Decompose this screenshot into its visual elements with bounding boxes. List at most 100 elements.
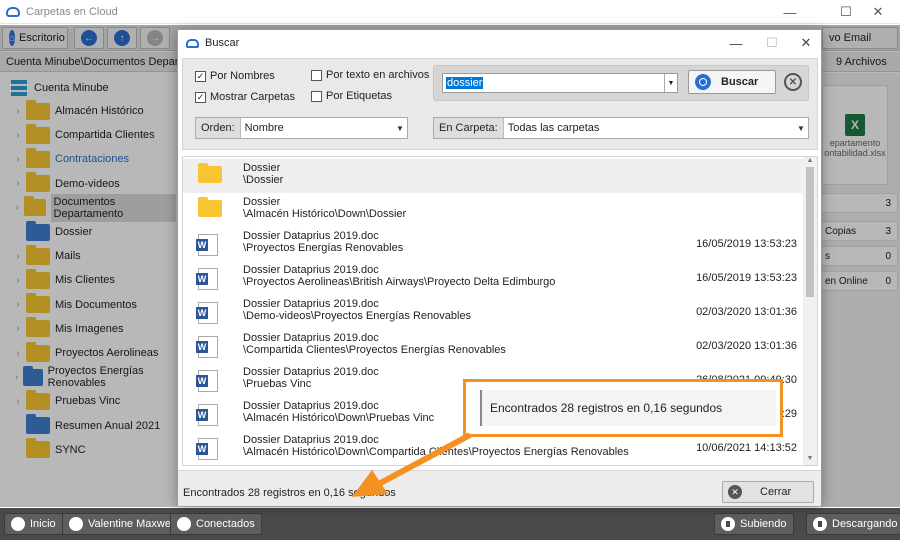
by-text-checkbox[interactable]: Por texto en archivos: [311, 69, 429, 81]
result-file-name: Dossier Dataprius 2019.doc: [243, 366, 379, 378]
by-tags-checkbox[interactable]: Por Etiquetas: [311, 90, 392, 102]
word-document-icon: [196, 234, 218, 256]
close-button[interactable]: ✕ Cerrar: [722, 481, 814, 503]
search-button[interactable]: Buscar: [688, 70, 776, 94]
result-row[interactable]: Dossier Dataprius 2019.doc\Demo-videos\P…: [183, 295, 805, 329]
cloud-icon: [6, 6, 20, 17]
user-icon: [69, 517, 83, 531]
checkmark-icon: ✓: [195, 91, 206, 103]
result-file-path: \Pruebas Vinc: [243, 378, 312, 390]
folder-value: Todas las carpetas: [507, 122, 600, 134]
search-input[interactable]: dossier ▼: [442, 73, 678, 93]
show-folders-checkbox[interactable]: ✓ Mostrar Carpetas: [195, 91, 295, 103]
result-icon: [196, 438, 218, 460]
close-icon[interactable]: ✕: [856, 0, 900, 24]
results-status: Encontrados 28 registros en 0,16 segundo…: [183, 487, 396, 499]
result-file-path: \Proyectos Aerolineas\British Airways\Pr…: [243, 276, 556, 288]
download-button[interactable]: Descargando: [806, 513, 900, 535]
result-row[interactable]: Dossier \Almacén Histórico\Down\Dossier: [183, 193, 805, 227]
result-icon: [196, 302, 218, 324]
cloud-icon: [186, 38, 199, 48]
callout-box: Encontrados 28 registros en 0,16 segundo…: [463, 379, 783, 437]
status-bar: Inicio Valentine Maxwell Conectados Subi…: [0, 508, 900, 540]
search-icon: [695, 74, 711, 90]
search-input-value: dossier: [446, 77, 484, 89]
connection-status[interactable]: Conectados: [170, 513, 262, 535]
by-names-checkbox[interactable]: ✓ Por Nombres: [195, 70, 275, 82]
chevron-down-icon: ▼: [396, 123, 404, 133]
result-name: Dossier Dataprius 2019.doc \Demo-videos\P…: [243, 298, 471, 322]
connection-label: Conectados: [196, 518, 255, 530]
minimize-icon[interactable]: —: [718, 30, 754, 56]
minimize-icon[interactable]: —: [768, 0, 812, 24]
result-date: 02/03/2020 13:01:36: [696, 340, 797, 352]
result-row[interactable]: Dossier Dataprius 2019.doc\Proyectos Ene…: [183, 227, 805, 261]
folder-icon: [198, 163, 222, 183]
upload-icon: [721, 517, 735, 531]
close-icon: ✕: [728, 485, 742, 499]
search-box: dossier ▼ Buscar ✕: [433, 65, 809, 101]
search-button-label: Buscar: [721, 76, 759, 88]
download-label: Descargando: [832, 518, 898, 530]
word-document-icon: [196, 268, 218, 290]
folder-label: En Carpeta:: [434, 118, 504, 138]
order-select[interactable]: Orden: Nombre ▼: [195, 117, 408, 139]
dialog-titlebar: Buscar — ☐ ✕: [178, 30, 821, 56]
by-tags-label: Por Etiquetas: [326, 90, 393, 102]
result-icon: [196, 370, 218, 392]
upload-button[interactable]: Subiendo: [714, 513, 794, 535]
word-document-icon: [196, 404, 218, 426]
dialog-title: Buscar: [205, 37, 240, 49]
window-titlebar: Carpetas en Cloud — ☐ ✕: [0, 0, 900, 24]
results-scrollbar[interactable]: ▲ ▼: [803, 157, 817, 465]
result-icon: [198, 197, 227, 217]
result-row[interactable]: Dossier Dataprius 2019.doc\Proyectos Aer…: [183, 261, 805, 295]
order-value: Nombre: [244, 122, 284, 134]
chevron-down-icon[interactable]: ▼: [664, 74, 677, 92]
word-document-icon: [196, 336, 218, 358]
result-file-path: \Proyectos Energías Renovables: [243, 242, 404, 254]
word-document-icon: [196, 438, 218, 460]
by-names-label: Por Nombres: [210, 70, 275, 82]
result-date: 16/05/2019 13:53:23: [696, 272, 797, 284]
folder-select[interactable]: En Carpeta: Todas las carpetas ▼: [433, 117, 809, 139]
result-icon: [196, 234, 218, 256]
user-button[interactable]: Valentine Maxwell: [62, 513, 183, 535]
search-options: ✓ Por Nombres ✓ Mostrar Carpetas Por texto…: [182, 58, 818, 150]
user-label: Valentine Maxwell: [88, 518, 176, 530]
result-name: Dossier \Dossier: [243, 162, 283, 186]
result-name: Dossier \Almacén Histórico\Down\Dossier: [243, 196, 406, 220]
result-file-name: Dossier: [243, 196, 281, 208]
scroll-up-icon[interactable]: ▲: [803, 157, 817, 167]
chevron-down-icon: ▼: [797, 123, 805, 133]
checkmark-icon: ✓: [195, 70, 206, 82]
result-file-name: Dossier: [243, 162, 281, 174]
folder-icon: [198, 197, 222, 217]
result-file-path: \Almacén Histórico\Down\Pruebas Vinc: [243, 412, 435, 424]
result-name: Dossier Dataprius 2019.doc \Proyectos Aer…: [243, 264, 555, 288]
result-file-name: Dossier Dataprius 2019.doc: [243, 400, 379, 412]
result-name: Dossier Dataprius 2019.doc \Almacén Histó…: [243, 400, 434, 424]
result-file-name: Dossier Dataprius 2019.doc: [243, 264, 379, 276]
word-document-icon: [196, 370, 218, 392]
result-date: 16/05/2019 13:53:23: [696, 238, 797, 250]
connected-icon: [177, 517, 191, 531]
scrollbar-thumb[interactable]: [806, 167, 814, 297]
result-file-name: Dossier Dataprius 2019.doc: [243, 332, 379, 344]
result-icon: [196, 404, 218, 426]
scroll-down-icon[interactable]: ▼: [803, 455, 817, 465]
result-row[interactable]: Dossier Dataprius 2019.doc\Compartida Cl…: [183, 329, 805, 363]
result-row[interactable]: Dossier \Dossier: [183, 159, 805, 193]
result-name: Dossier Dataprius 2019.doc \Pruebas Vinc: [243, 366, 379, 390]
result-file-path: \Demo-videos\Proyectos Energías Renovabl…: [243, 310, 472, 322]
callout-text: Encontrados 28 registros en 0,16 segundo…: [480, 390, 776, 426]
clear-search-icon[interactable]: ✕: [784, 73, 802, 91]
upload-label: Subiendo: [740, 518, 787, 530]
start-label: Inicio: [30, 518, 56, 530]
dialog-close-icon[interactable]: ✕: [788, 30, 824, 56]
start-button[interactable]: Inicio: [4, 513, 63, 535]
result-date: :29: [781, 408, 797, 420]
download-icon: [813, 517, 827, 531]
result-date: 02/03/2020 13:01:36: [696, 306, 797, 318]
order-label: Orden:: [196, 118, 241, 138]
